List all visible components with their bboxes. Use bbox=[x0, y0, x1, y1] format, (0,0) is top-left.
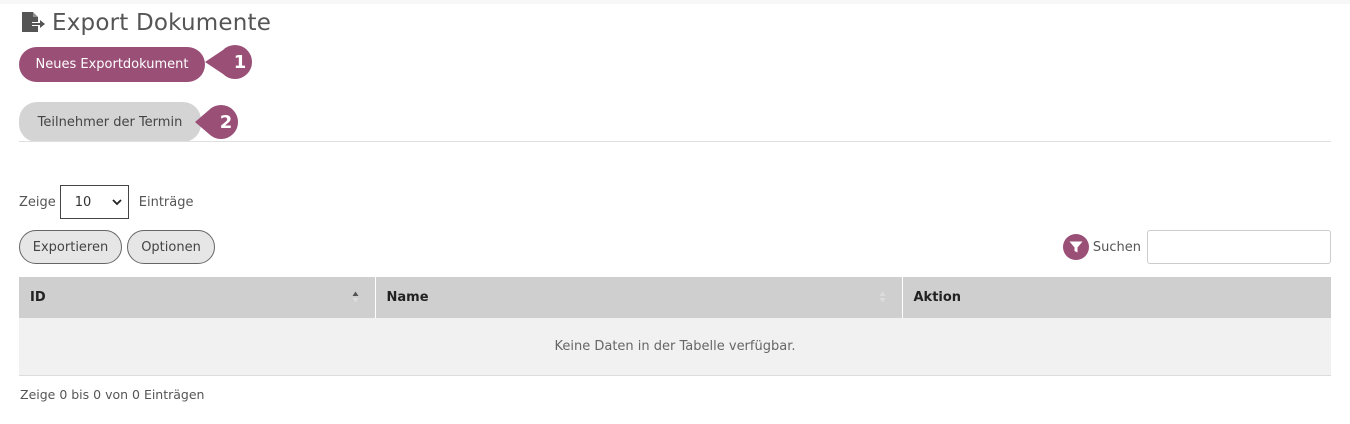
page-title: Export Dokumente bbox=[52, 10, 272, 36]
empty-table-message: Keine Daten in der Tabelle verfügbar. bbox=[19, 318, 1331, 376]
filter-icon[interactable] bbox=[1062, 234, 1089, 260]
column-header-name[interactable]: Name bbox=[375, 277, 903, 318]
export-button[interactable]: Exportieren bbox=[19, 230, 122, 264]
search-input[interactable] bbox=[1147, 230, 1331, 264]
column-header-id[interactable]: ID bbox=[19, 277, 376, 318]
column-header-label: Name bbox=[386, 290, 429, 305]
page-length-suffix: Einträge bbox=[138, 194, 194, 210]
column-header-label: Aktion bbox=[913, 290, 962, 305]
new-export-document-button[interactable]: Neues Exportdokument bbox=[19, 47, 205, 82]
page-header: Export Dokumente bbox=[20, 10, 271, 36]
callout-number-2: 2 bbox=[219, 111, 233, 133]
page-length-prefix: Zeige bbox=[19, 194, 56, 210]
column-header-action: Aktion bbox=[902, 277, 1331, 318]
callout-badge-2: 2 bbox=[195, 105, 243, 139]
table-search: Suchen bbox=[1062, 230, 1331, 264]
sort-icon bbox=[879, 291, 885, 303]
tab-participants[interactable]: Teilnehmer der Termin bbox=[19, 102, 201, 142]
page-length-control: Zeige 10 Einträge bbox=[19, 185, 194, 219]
page-length-value: 10 bbox=[74, 194, 92, 210]
column-header-label: ID bbox=[30, 290, 46, 305]
file-export-icon bbox=[22, 12, 45, 32]
tab-divider bbox=[19, 141, 1331, 142]
search-label: Suchen bbox=[1092, 239, 1141, 255]
options-button[interactable]: Optionen bbox=[127, 230, 215, 264]
chevron-down-icon bbox=[112, 199, 122, 206]
callout-number-1: 1 bbox=[233, 51, 247, 73]
top-border bbox=[0, 0, 1350, 4]
page-length-select[interactable]: 10 bbox=[59, 185, 129, 219]
export-documents-table: ID Name Aktion Keine Daten in der Tabell… bbox=[19, 277, 1331, 376]
table-info: Zeige 0 bis 0 von 0 Einträgen bbox=[20, 387, 205, 402]
sort-ascending-icon bbox=[352, 291, 358, 303]
table-row: Keine Daten in der Tabelle verfügbar. bbox=[19, 318, 1331, 376]
callout-badge-1: 1 bbox=[205, 45, 257, 79]
table-header-row: ID Name Aktion bbox=[19, 277, 1331, 318]
